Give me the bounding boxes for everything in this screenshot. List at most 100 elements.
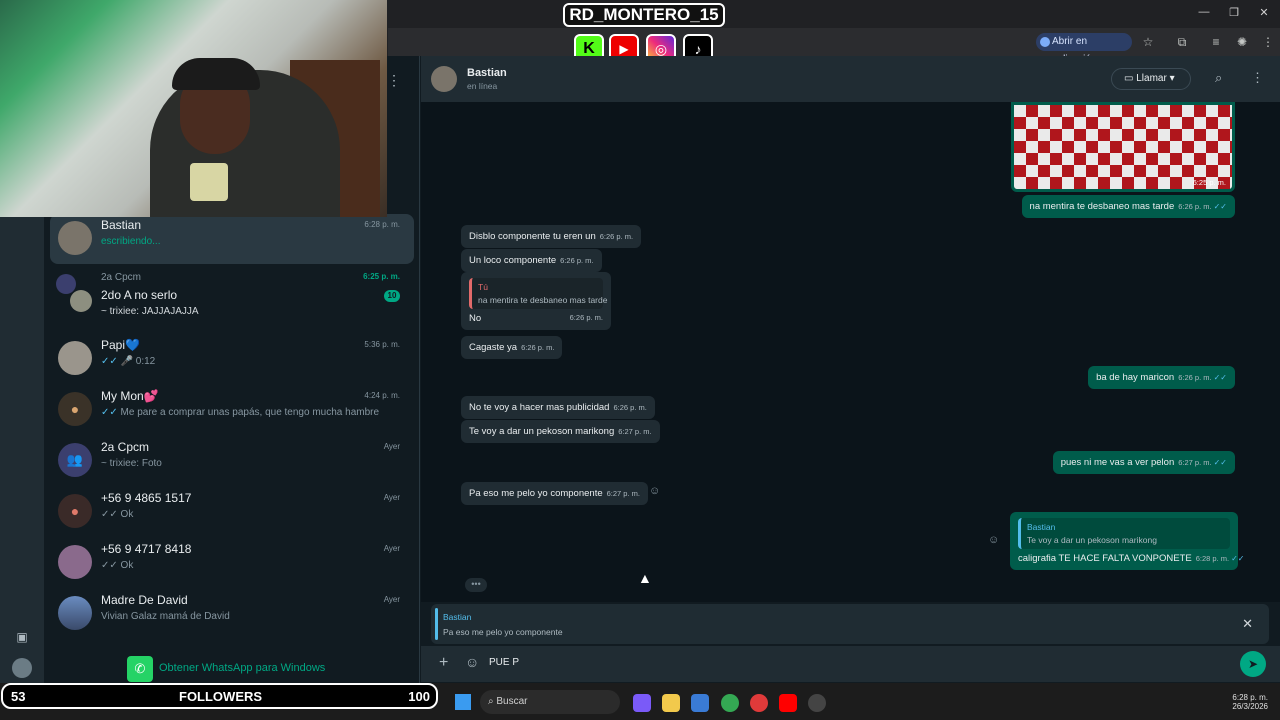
windows-start-icon[interactable]	[455, 694, 471, 710]
chat-time: 4:24 p. m.	[364, 391, 400, 400]
send-button[interactable]: ➤	[1240, 651, 1266, 677]
copilot-icon[interactable]	[633, 694, 651, 712]
chat-name: +56 9 4717 8418	[101, 542, 192, 556]
chat-time: Ayer	[383, 544, 400, 553]
chat-time: 6:28 p. m.	[364, 220, 400, 229]
message-bubble-outgoing-reply[interactable]: Bastian Te voy a dar un pekoson marikong…	[1010, 512, 1244, 570]
double-check-icon: ✓✓	[1213, 202, 1227, 211]
chat-last-message: ✓✓ 🎤 0:12	[101, 356, 156, 367]
default-avatar: ●	[58, 494, 92, 528]
community-name: 2a Cpcm	[101, 272, 142, 283]
double-check-icon: ✓✓	[101, 560, 118, 571]
my-profile-avatar[interactable]	[12, 658, 32, 678]
message-input[interactable]: PUE P	[489, 657, 519, 668]
chat-item-phone-1517[interactable]: ● +56 9 4865 1517 ✓✓ Ok Ayer	[50, 487, 414, 537]
more-menu-icon[interactable]: ⋮	[1260, 34, 1276, 50]
maximize-icon[interactable]: ❐	[1226, 6, 1242, 22]
microphone-icon: 🎤	[120, 356, 133, 367]
chat-item-2a-cpcm[interactable]: 👥 2a Cpcm ~ trixiee: Foto Ayer	[50, 436, 414, 486]
unread-badge: 10	[384, 290, 400, 302]
chat-time: 6:25 p. m.	[363, 272, 400, 281]
message-bubble-incoming[interactable]: No te voy a hacer mas publicidad 6:26 p. …	[461, 396, 655, 419]
message-bubble-incoming[interactable]: Pa eso me pelo yo componente 6:27 p. m.	[461, 482, 648, 505]
avatar	[58, 341, 92, 375]
navigation-rail	[0, 217, 44, 683]
avatar	[58, 596, 92, 630]
taskbar-search[interactable]: ⌕ Buscar	[480, 690, 620, 714]
chat-name: Madre De David	[101, 593, 188, 607]
sticker-icon[interactable]: ☺	[465, 654, 479, 670]
chat-time: Ayer	[383, 493, 400, 502]
search-icon[interactable]: ⌕	[1215, 70, 1222, 86]
chat-item-2do-a[interactable]: 2a Cpcm 2do A no serlo ~ trixiee: JAJJAJ…	[50, 270, 414, 326]
media-icon[interactable]: ≡	[1208, 34, 1224, 50]
media-player-icon[interactable]	[750, 694, 768, 712]
contact-name[interactable]: Bastian	[467, 67, 507, 79]
reply-author: Bastian	[443, 612, 472, 622]
app-icon	[1040, 37, 1050, 47]
chat-time: 5:36 p. m.	[364, 340, 400, 349]
double-check-icon: ✓✓	[1213, 373, 1227, 382]
chat-last-message: ~ trixiee: JAJJAJAJJA	[101, 306, 199, 317]
message-bubble-outgoing[interactable]: pues ni me vas a ver pelon 6:27 p. m. ✓✓	[1052, 451, 1235, 474]
profile-icon[interactable]: ✺	[1234, 34, 1250, 50]
chat-item-my-mon[interactable]: ● My Mon💕 ✓✓ Me pare a comprar unas papá…	[50, 385, 414, 435]
default-avatar: ●	[58, 392, 92, 426]
message-bubble-incoming-reply[interactable]: Tú na mentira te desbaneo mas tarde No 6:…	[461, 272, 611, 330]
group-icon: 👥	[58, 443, 92, 477]
open-in-app-button[interactable]: Abrir en aplicación	[1036, 33, 1132, 65]
youtube-app-icon[interactable]	[779, 694, 797, 712]
followers-goal-bar: 53 FOLLOWERS 100	[1, 683, 438, 709]
react-emoji-icon[interactable]: ☺	[988, 534, 999, 546]
followers-label: FOLLOWERS	[179, 689, 263, 704]
chat-menu-icon[interactable]: ⋮	[1251, 70, 1264, 86]
file-explorer-icon[interactable]	[662, 694, 680, 712]
message-bubble-outgoing[interactable]: ba de hay maricon 6:26 p. m. ✓✓	[1088, 366, 1235, 389]
chat-time: Ayer	[383, 595, 400, 604]
chat-name: My Mon💕	[101, 389, 159, 403]
sidebar-menu-icon[interactable]: ⋮	[387, 72, 401, 89]
chevron-down-icon: ▾	[1169, 73, 1175, 84]
message-bubble-incoming[interactable]: Un loco componente 6:26 p. m.	[461, 249, 602, 272]
double-check-icon: ✓✓	[1213, 458, 1227, 467]
double-check-icon: ✓✓	[101, 407, 118, 418]
store-icon[interactable]	[691, 694, 709, 712]
typing-indicator: •••	[465, 578, 487, 592]
chat-header: Bastian en línea ▭ Llamar ▾ ⌕ ⋮	[421, 56, 1280, 102]
double-check-icon: ✓✓	[101, 356, 118, 367]
chat-item-phone-8418[interactable]: +56 9 4717 8418 ✓✓ Ok Ayer	[50, 538, 414, 588]
chat-name: Papi💙	[101, 338, 140, 352]
message-bubble-incoming[interactable]: Te voy a dar un pekoson marikong 6:27 p. …	[461, 420, 660, 443]
message-bubble-outgoing[interactable]: na mentira te desbaneo mas tarde 6:26 p. …	[1021, 195, 1235, 218]
extensions-icon[interactable]: ⧉	[1174, 34, 1190, 50]
streamer-name-banner: RD_MONTERO_15	[563, 3, 725, 27]
quoted-message[interactable]: Tú na mentira te desbaneo mas tarde	[469, 278, 607, 309]
chat-item-madre-de-david[interactable]: Madre De David Vivian Galaz mamá de Davi…	[50, 589, 414, 639]
chat-item-papi[interactable]: Papi💙 ✓✓ 🎤 0:12 5:36 p. m.	[50, 334, 414, 384]
close-reply-icon[interactable]: ✕	[1242, 616, 1253, 632]
chat-name: 2do A no serlo	[101, 288, 178, 302]
get-whatsapp-windows-link[interactable]: ✆ Obtener WhatsApp para Windows	[127, 656, 347, 682]
chat-last-message: ✓✓ Me pare a comprar unas papás, que ten…	[101, 407, 380, 418]
contact-avatar[interactable]	[431, 66, 457, 92]
media-gallery-icon[interactable]: ▣	[14, 630, 30, 646]
reply-text: Pa eso me pelo yo componente	[443, 627, 563, 637]
system-clock[interactable]: 6:28 p. m. 26/3/2026	[1232, 693, 1268, 711]
close-window-icon[interactable]: ✕	[1256, 6, 1272, 22]
chrome-icon[interactable]	[721, 694, 739, 712]
star-icon[interactable]: ☆	[1140, 34, 1156, 50]
minimize-icon[interactable]: —	[1196, 6, 1212, 22]
obs-icon[interactable]	[808, 694, 826, 712]
chat-item-bastian[interactable]: Bastian escribiendo... 6:28 p. m.	[50, 214, 414, 264]
message-area: 6:25 p. m. na mentira te desbaneo mas ta…	[421, 102, 1280, 602]
chat-name: 2a Cpcm	[101, 440, 150, 454]
message-composer: + ☺ PUE P ➤	[421, 646, 1280, 682]
message-bubble-incoming[interactable]: Disblo componente tu eren un 6:26 p. m.	[461, 225, 642, 248]
shared-image-message[interactable]: 6:25 p. m.	[1011, 102, 1235, 192]
quoted-message[interactable]: Bastian Te voy a dar un pekoson marikong	[1018, 518, 1230, 549]
chat-last-message: Vivian Galaz mamá de David	[101, 611, 230, 622]
message-bubble-incoming[interactable]: Cagaste ya 6:26 p. m.	[461, 336, 563, 359]
react-emoji-icon[interactable]: ☺	[649, 485, 660, 497]
attach-plus-icon[interactable]: +	[439, 654, 448, 672]
call-button[interactable]: ▭ Llamar ▾	[1111, 68, 1191, 90]
